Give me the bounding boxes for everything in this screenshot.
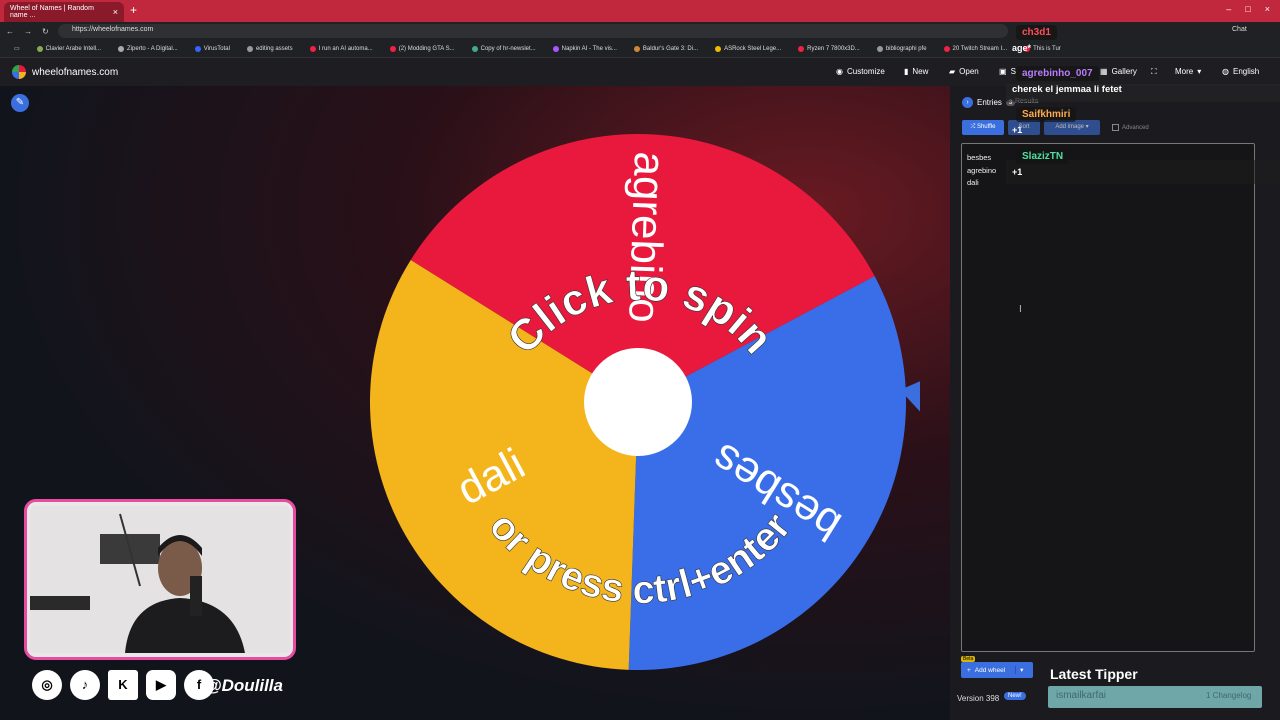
add-wheel-dropdown-icon[interactable]: ▾ — [1015, 666, 1023, 674]
add-wheel-button[interactable]: + Add wheel ▾ — [961, 662, 1033, 678]
customize-button[interactable]: ◉ Customize — [836, 67, 885, 76]
minimize-button[interactable]: – — [1226, 4, 1231, 14]
open-button[interactable]: ▰ Open — [949, 67, 979, 76]
new-badge[interactable]: New! — [1004, 692, 1026, 700]
fullscreen-button[interactable]: ⛶ — [1151, 67, 1157, 77]
webcam-person-image — [30, 506, 290, 653]
bookmark-item[interactable]: Ryzen 7 7800x3D... — [790, 45, 869, 52]
bookmark-item[interactable]: Napkin AI - The vis... — [545, 45, 626, 52]
gallery-icon: ▦ — [1100, 67, 1108, 76]
reload-icon[interactable]: ↻ — [42, 27, 49, 36]
version-label: Version 398 — [957, 694, 1000, 703]
social-icons: ◎ ♪ K ▶ f — [32, 670, 214, 700]
palette-icon: ◉ — [836, 67, 843, 76]
chat-message: +1 — [1012, 125, 1023, 135]
chat-message: age* — [1012, 43, 1032, 53]
edit-pencil-icon[interactable]: ✎ — [11, 94, 29, 112]
bookmark-icon — [118, 45, 125, 52]
youtube-icon — [943, 45, 950, 52]
tipper-amount: 1 Changelog — [1206, 691, 1252, 700]
chat-message: +1 — [1012, 167, 1023, 177]
gallery-button[interactable]: ▦ Gallery — [1100, 67, 1137, 76]
back-icon[interactable]: ← — [6, 27, 14, 36]
file-icon: ▮ — [904, 67, 909, 76]
tab-title: Wheel of Names | Random name ... — [10, 5, 94, 19]
youtube-icon — [309, 45, 316, 52]
folder-icon — [876, 45, 883, 52]
tiktok-icon: ♪ — [70, 670, 100, 700]
text-cursor-icon: I — [1019, 304, 1022, 315]
collapse-chevron-icon[interactable]: › — [962, 97, 973, 108]
advanced-toggle[interactable]: Advanced — [1112, 124, 1149, 131]
bookmark-icon — [36, 45, 43, 52]
youtube-icon — [389, 45, 396, 52]
bookmark-item[interactable]: I run an AI automa... — [302, 45, 382, 52]
forward-icon[interactable]: → — [24, 27, 32, 36]
fullscreen-icon: ⛶ — [1151, 67, 1157, 76]
wheel[interactable]: agrebinobesbesdali Click to spin or pres… — [360, 118, 920, 688]
save-icon: ▣ — [999, 67, 1007, 76]
wheel-logo-icon[interactable] — [12, 65, 26, 79]
bookmark-item[interactable]: ASRock Steel Lege... — [707, 45, 790, 52]
bookmark-icon — [715, 45, 722, 52]
bookmark-item[interactable]: Clavier Arabe Intell... — [29, 45, 110, 52]
more-menu-button[interactable]: More ▾ — [1175, 67, 1201, 76]
plus-icon: + — [967, 666, 971, 674]
chat-username: Saifkhmiri — [1016, 107, 1077, 122]
chevron-down-icon: ▾ — [1197, 67, 1202, 76]
url-input[interactable]: https://wheelofnames.com — [58, 24, 1008, 38]
close-window-button[interactable]: × — [1265, 4, 1270, 14]
youtube-icon — [798, 45, 805, 52]
add-image-button[interactable]: Add image ▾ — [1044, 120, 1100, 135]
chat-username: ch3d1 — [1016, 25, 1057, 40]
chat-username: SlazizTN — [1016, 149, 1070, 164]
bookmark-icon — [471, 45, 478, 52]
new-button[interactable]: ▮ New — [904, 67, 928, 76]
bookmarks-bar: ▭ Clavier Arabe Intell... Ziperto - A Di… — [0, 40, 1280, 58]
bookmark-icon — [633, 45, 640, 52]
save-button[interactable]: ▣ S — [999, 67, 1016, 76]
folder-icon — [246, 45, 253, 52]
bookmark-icon — [194, 45, 201, 52]
chat-label: Chat — [1232, 26, 1247, 33]
advanced-checkbox[interactable] — [1112, 124, 1119, 131]
site-name[interactable]: wheelofnames.com — [32, 67, 118, 78]
beta-badge: Beta — [961, 656, 976, 662]
bookmark-item[interactable]: Copy of hr-newslet... — [464, 45, 545, 52]
window-controls: – □ × — [1226, 4, 1270, 14]
bookmark-item[interactable]: 20 Twitch Stream I... — [936, 45, 1017, 52]
language-button[interactable]: ◍ English — [1222, 67, 1259, 76]
youtube-icon: ▶ — [146, 670, 176, 700]
instagram-icon: ◎ — [32, 670, 62, 700]
tab-close-icon[interactable]: × — [113, 7, 118, 17]
new-tab-button[interactable]: + — [130, 3, 137, 17]
bookmark-item[interactable]: bibliographi pfe — [869, 45, 936, 52]
chat-username: agrebinho_007 — [1016, 66, 1099, 81]
social-handle: @Doulilla — [205, 676, 283, 695]
browser-titlebar — [0, 0, 1280, 22]
folder-open-icon: ▰ — [949, 67, 956, 76]
bookmark-item[interactable]: (2) Modding GTA S... — [382, 45, 464, 52]
bookmark-item[interactable]: editing assets — [239, 45, 302, 52]
latest-tipper-title: Latest Tipper — [1050, 666, 1138, 682]
globe-icon: ◍ — [1222, 67, 1229, 76]
maximize-button[interactable]: □ — [1245, 4, 1250, 14]
chat-message: cherek el jemmaa li fetet — [1012, 84, 1122, 95]
bookmarks-apps-icon[interactable]: ▭ — [6, 45, 29, 52]
wheel-center-hub[interactable] — [584, 348, 692, 456]
shuffle-button[interactable]: ⤮ Shuffle — [962, 120, 1004, 135]
bookmark-icon — [552, 45, 559, 52]
kick-icon: K — [108, 670, 138, 700]
bookmark-item[interactable]: Ziperto - A Digital... — [110, 45, 187, 52]
tipper-name: ismailkarfai — [1056, 690, 1107, 701]
browser-tab[interactable]: Wheel of Names | Random name ... × — [4, 2, 124, 22]
entries-textarea[interactable]: besbes agrebino dali — [961, 143, 1255, 652]
bookmark-item[interactable]: VirusTotal — [187, 45, 239, 52]
chat-button[interactable]: Chat — [1232, 26, 1247, 33]
bookmark-item[interactable]: Baldur's Gate 3: Di... — [626, 45, 707, 52]
